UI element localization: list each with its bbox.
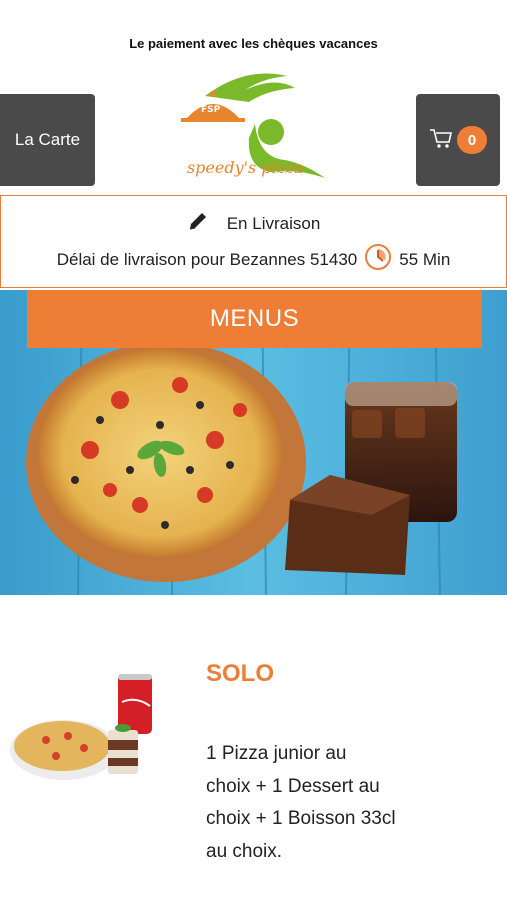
- la-carte-button[interactable]: La Carte: [0, 94, 95, 186]
- cart-icon: [429, 127, 453, 154]
- delivery-time: 55 Min: [399, 249, 451, 269]
- delivery-box[interactable]: En Livraison Délai de livraison pour Bez…: [0, 195, 507, 288]
- banner-text: Le paiement avec les chèques vacances: [129, 36, 378, 51]
- clock-icon: [363, 242, 393, 277]
- menu-item-title[interactable]: SOLO: [206, 660, 274, 688]
- logo-text: speedy's pizza: [186, 158, 304, 177]
- cart-button[interactable]: 0: [416, 94, 500, 186]
- menus-label: MENUS: [209, 305, 300, 332]
- svg-text:FSP: FSP: [201, 105, 221, 115]
- menu-item[interactable]: SOLO 1 Pizza junior au choix + 1 Dessert…: [0, 640, 507, 900]
- delivery-mode-row[interactable]: En Livraison: [1, 210, 506, 237]
- delivery-mode-label: En Livraison: [226, 213, 321, 233]
- delivery-info-text: Délai de livraison pour Bezannes 51430: [56, 249, 358, 269]
- pencil-icon[interactable]: [187, 210, 209, 237]
- la-carte-label: La Carte: [14, 130, 81, 149]
- menu-item-description: 1 Pizza junior au choix + 1 Dessert au c…: [206, 743, 396, 862]
- menu-item-image[interactable]: [6, 668, 166, 788]
- cart-count-badge: 0: [457, 126, 487, 154]
- delivery-time-row: Délai de livraison pour Bezannes 51430 5…: [1, 242, 506, 277]
- menus-button[interactable]: MENUS: [27, 290, 482, 348]
